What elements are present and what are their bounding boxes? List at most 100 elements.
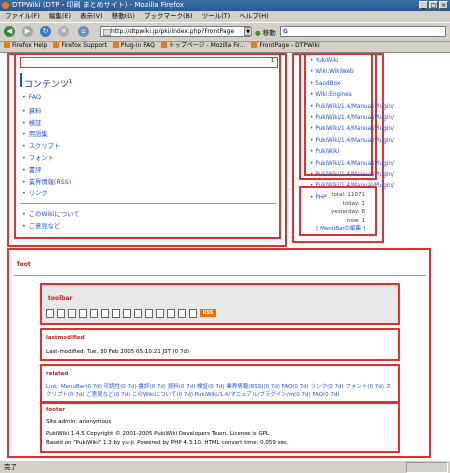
sidebar-link-list: YukiWiki Wiki:WikiWeb SandBox Wiki:Engin… [310, 58, 394, 206]
back-icon[interactable]: ◀ [4, 26, 15, 37]
freeze-icon[interactable] [68, 309, 76, 318]
sidebar-link[interactable]: PukiWiki/1.4/Manual/Plugin/ [310, 161, 394, 172]
menu-item-scripts[interactable]: スクリプト [22, 141, 71, 153]
sidebar-link[interactable]: PukiWiki/1.4/Manual/Plugin/ [310, 138, 394, 149]
menu-item-about[interactable]: このWikiについて [22, 209, 80, 221]
close-button[interactable]: × [439, 1, 448, 9]
menu-help[interactable]: ヘルプ(H) [239, 12, 268, 20]
url-text: http://dtpwiki.jp/pki/index.php?FrontPag… [111, 28, 235, 35]
bookmark-item[interactable]: トップページ - Mozilla Fir... [160, 42, 246, 49]
maximize-button[interactable]: □ [429, 1, 438, 9]
menu-item-faq[interactable]: FAQ [22, 94, 71, 106]
minimize-button[interactable]: _ [419, 1, 428, 9]
lastmodified-label: lastmodified [46, 335, 85, 341]
sidebar-link[interactable]: PukiWiki/1.4/Manual/Plugin/ [310, 115, 394, 126]
bookmark-icon [251, 42, 258, 48]
site-admin: Site admin: anonymous [46, 419, 112, 425]
toolbar-label: toolbar [48, 295, 73, 302]
foot-divider [14, 275, 426, 276]
copy-icon[interactable] [112, 309, 120, 318]
footer-copyright: PukiWiki 1.4.5 Copyright © 2001-2005 Puk… [46, 431, 271, 437]
lastmodified-text: Last-modified: Tue, 30 Feb 2005 05:10:21… [46, 349, 190, 355]
url-dropdown-icon[interactable]: ▼ [244, 27, 252, 36]
title-accent [20, 73, 22, 87]
status-panel [406, 462, 448, 473]
sidebar-link[interactable]: PukiWiki/1.4/Manual/Plugin/ [310, 172, 394, 183]
bookmark-icon [160, 42, 167, 48]
bookmark-icon [53, 42, 60, 48]
recent-icon[interactable] [178, 309, 186, 318]
related-links[interactable]: Link: MenuBar(0 7d) 可読性(0 7d) 書評(0 7d) 資… [46, 383, 394, 399]
url-input[interactable]: http://dtpwiki.jp/pki/index.php?FrontPag… [100, 26, 250, 37]
toolbar-frame [40, 283, 400, 325]
search-input[interactable]: G [280, 26, 446, 37]
go-arrow-icon: ● [255, 29, 261, 37]
edit-icon[interactable] [57, 309, 65, 318]
favicon-icon [103, 29, 111, 36]
bookmark-icon [112, 42, 119, 48]
window-title: DTPWiki (DTP・印刷 まとめサイト) - Mozilla Firefo… [12, 1, 184, 9]
counter-yesterday: yesterday: 8 [330, 209, 365, 215]
reload-icon[interactable]: ↻ [40, 26, 51, 37]
menu-item-fonts[interactable]: フォント [22, 153, 71, 165]
menu-item-reviews[interactable]: 書評 [22, 165, 71, 177]
bookmark-icon [4, 42, 10, 48]
sidebar-link[interactable]: PukiWiki/1.4/Manual/Plugin/ [310, 104, 394, 115]
menu-marker-box: 1 [20, 57, 278, 68]
related-label: related [46, 371, 69, 377]
menu-item-links[interactable]: リンク [22, 188, 71, 200]
top-icon[interactable] [46, 309, 54, 318]
sidebar-link[interactable]: Wiki:Engines [310, 92, 394, 103]
foot-label: foot [17, 261, 31, 268]
backup-icon[interactable] [90, 309, 98, 318]
menubar-edit-link[interactable]: [ MenuBarの編集 ] [316, 225, 365, 234]
window-controls: _ □ × [419, 1, 448, 9]
page-toolbar: RSS [46, 309, 216, 318]
counter-total: total: 11071 [331, 192, 365, 198]
upload-icon[interactable] [101, 309, 109, 318]
menu-item-glossary[interactable]: 用語集 [22, 129, 71, 141]
menu-title: コンテンツ1 [24, 79, 73, 90]
sidebar-link[interactable]: PukiWiki [310, 149, 394, 160]
bookmark-item[interactable]: Plug-in FAQ [112, 42, 155, 49]
window-titlebar: DTPWiki (DTP・印刷 まとめサイト) - Mozilla Firefo… [0, 0, 450, 11]
rss-button[interactable]: RSS [200, 309, 216, 317]
counter-today: today: 1 [342, 200, 365, 207]
menu-view[interactable]: 表示(V) [80, 12, 103, 20]
search-icon[interactable] [167, 309, 175, 318]
menu-bookmarks[interactable]: ブックマーク(B) [144, 12, 193, 20]
sidebar-link[interactable]: Wiki:WikiWeb [310, 69, 394, 80]
sidebar-link[interactable]: SandBox [310, 81, 394, 92]
new-icon[interactable] [145, 309, 153, 318]
firefox-icon [2, 2, 9, 9]
stop-icon[interactable]: ✕ [58, 26, 69, 37]
sidebar-link[interactable]: PukiWiki/1.4/Manual/Plugin/ [310, 126, 394, 137]
go-button[interactable]: ● 移動 [255, 27, 276, 37]
forward-icon[interactable]: ▶ [22, 26, 33, 37]
diff-icon[interactable] [79, 309, 87, 318]
reload-page-icon[interactable] [134, 309, 142, 318]
menu-file[interactable]: ファイル(F) [5, 12, 40, 20]
rename-icon[interactable] [123, 309, 131, 318]
menubar: ファイル(F) 編集(E) 表示(V) 移動(G) ブックマーク(B) ツール(… [0, 11, 450, 22]
footer-label: footer [46, 407, 66, 413]
menu-go[interactable]: 移動(G) [112, 12, 135, 20]
search-engine-icon: G [283, 28, 288, 35]
menu-item-resources[interactable]: 資料 [22, 106, 71, 118]
bookmark-item[interactable]: Firefox Help [4, 42, 47, 49]
sidebar-link[interactable]: YukiWiki [310, 58, 394, 69]
list-icon[interactable] [156, 309, 164, 318]
menu-divider [20, 203, 276, 204]
help-icon[interactable] [189, 309, 197, 318]
menu-tools[interactable]: ツール(T) [202, 12, 231, 20]
counter: total: 11071 today: 1 yesterday: 8 now: … [316, 191, 365, 234]
bookmark-item[interactable]: Firefox Support [53, 42, 107, 49]
menu-item-verification[interactable]: 検証 [22, 118, 71, 130]
menu-edit[interactable]: 編集(E) [49, 12, 71, 20]
home-icon[interactable]: ⌂ [78, 26, 89, 37]
menu-list: FAQ 資料 検証 用語集 スクリプト フォント 書評 業界情報(RSS) リン… [22, 94, 71, 200]
menu-item-industry-rss[interactable]: 業界情報(RSS) [22, 177, 71, 189]
page-content: 1 コンテンツ1 FAQ 資料 検証 用語集 スクリプト フォント 書評 業界情… [0, 52, 450, 461]
menu-item-feedback[interactable]: ご意見など [22, 221, 80, 233]
bookmark-item[interactable]: FrontPage - DTPWiki [251, 42, 320, 49]
